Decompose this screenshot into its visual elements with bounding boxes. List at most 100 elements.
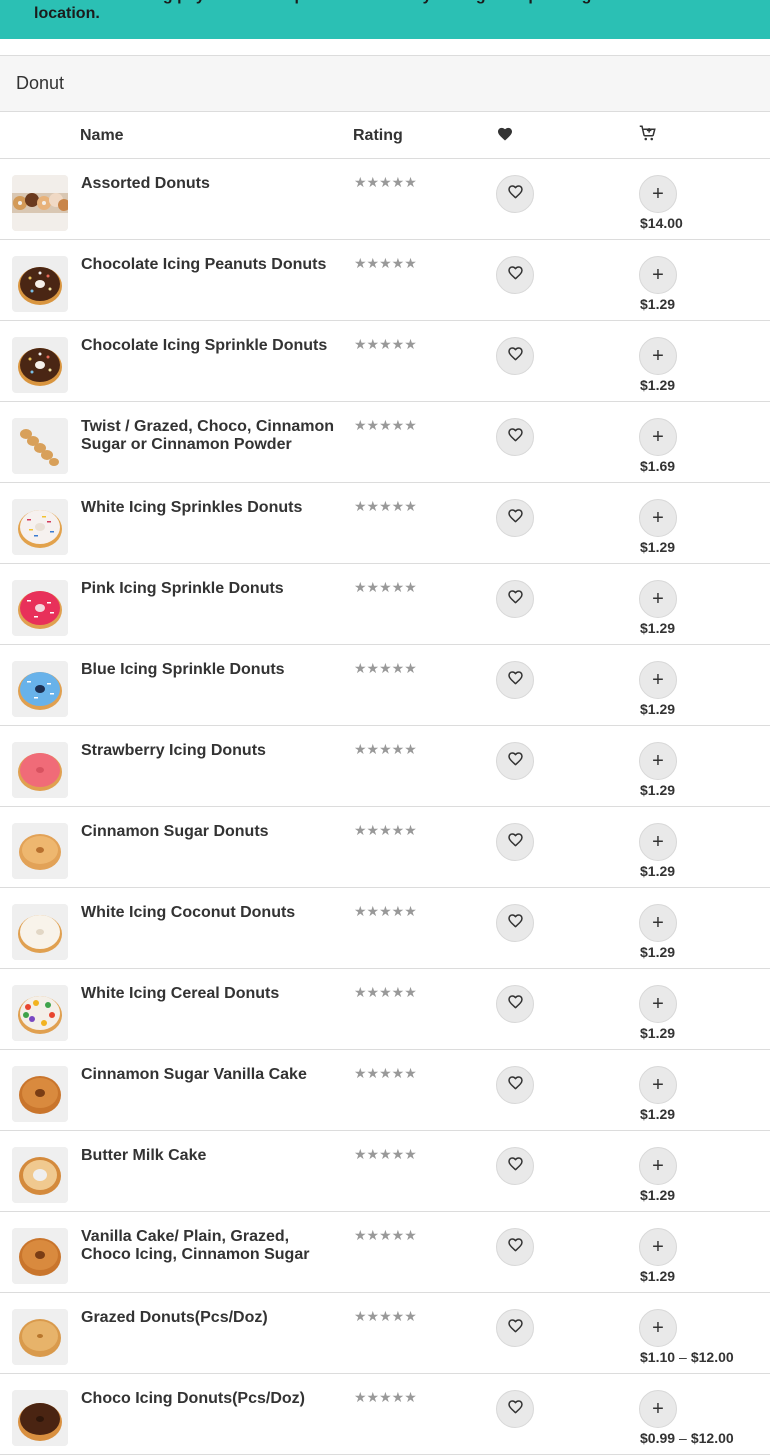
add-to-cart-button[interactable]: + xyxy=(639,418,677,456)
add-to-cart-button[interactable]: + xyxy=(639,499,677,537)
product-name[interactable]: Twist / Grazed, Choco, Cinnamon Sugar or… xyxy=(81,418,339,454)
heart-outline-icon xyxy=(507,1318,524,1338)
product-name[interactable]: Cinnamon Sugar Donuts xyxy=(81,823,339,841)
add-to-cart-button[interactable]: + xyxy=(639,256,677,294)
product-price: $1.29 xyxy=(640,1106,675,1122)
product-name[interactable]: Pink Icing Sprinkle Donuts xyxy=(81,580,339,598)
product-price: $1.10– $12.00 xyxy=(640,1349,734,1365)
table-row[interactable]: Chocolate Icing Peanuts Donuts ★★★★★ + $1.2… xyxy=(0,240,770,321)
table-row[interactable]: White Icing Coconut Donuts ★★★★★ + $1.29 xyxy=(0,888,770,969)
favorite-button[interactable] xyxy=(496,1228,534,1266)
table-row[interactable]: Pink Icing Sprinkle Donuts ★★★★★ + $1.29 xyxy=(0,564,770,645)
favorite-button[interactable] xyxy=(496,1390,534,1428)
favorite-button[interactable] xyxy=(496,1147,534,1185)
product-name[interactable]: Butter Milk Cake xyxy=(81,1147,339,1165)
product-name[interactable]: Grazed Donuts(Pcs/Doz) xyxy=(81,1309,339,1327)
add-to-cart-button[interactable]: + xyxy=(639,1147,677,1185)
add-to-cart-button[interactable]: + xyxy=(639,823,677,861)
product-thumbnail[interactable] xyxy=(12,499,68,555)
table-row[interactable]: White Icing Sprinkles Donuts ★★★★★ + $1.29 xyxy=(0,483,770,564)
favorite-button[interactable] xyxy=(496,418,534,456)
price-max: $12.00 xyxy=(690,1349,734,1365)
favorite-button[interactable] xyxy=(496,742,534,780)
table-row[interactable]: Assorted Donuts ★★★★★ + $14.00 xyxy=(0,159,770,240)
rating-stars: ★★★★★ xyxy=(354,660,417,676)
plus-icon: + xyxy=(652,911,664,934)
table-row[interactable]: Twist / Grazed, Choco, Cinnamon Sugar or… xyxy=(0,402,770,483)
favorite-button[interactable] xyxy=(496,499,534,537)
plus-icon: + xyxy=(652,587,664,610)
table-row[interactable]: White Icing Cereal Donuts ★★★★★ + $1.29 xyxy=(0,969,770,1050)
add-to-cart-button[interactable]: + xyxy=(639,904,677,942)
heart-outline-icon xyxy=(507,265,524,285)
product-thumbnail[interactable] xyxy=(12,418,68,474)
product-thumbnail[interactable] xyxy=(12,337,68,393)
product-name[interactable]: White Icing Coconut Donuts xyxy=(81,904,339,922)
product-thumbnail[interactable] xyxy=(12,1147,68,1203)
plus-icon: + xyxy=(652,1073,664,1096)
product-thumbnail[interactable] xyxy=(12,580,68,636)
product-name[interactable]: White Icing Sprinkles Donuts xyxy=(81,499,339,517)
add-to-cart-button[interactable]: + xyxy=(639,742,677,780)
product-thumbnail[interactable] xyxy=(12,985,68,1041)
column-header-rating[interactable]: Rating xyxy=(353,127,403,145)
product-price: $1.29 xyxy=(640,701,675,717)
table-row[interactable]: Cinnamon Sugar Vanilla Cake ★★★★★ + $1.29 xyxy=(0,1050,770,1131)
product-name[interactable]: Assorted Donuts xyxy=(81,175,339,193)
table-row[interactable]: Chocolate Icing Sprinkle Donuts ★★★★★ + $1.… xyxy=(0,321,770,402)
product-name[interactable]: Chocolate Icing Peanuts Donuts xyxy=(81,256,339,274)
table-row[interactable]: Blue Icing Sprinkle Donuts ★★★★★ + $1.29 xyxy=(0,645,770,726)
add-to-cart-button[interactable]: + xyxy=(639,661,677,699)
table-row[interactable]: Vanilla Cake/ Plain, Grazed, Choco Icing… xyxy=(0,1212,770,1293)
favorite-button[interactable] xyxy=(496,1066,534,1104)
product-name[interactable]: White Icing Cereal Donuts xyxy=(81,985,339,1003)
product-thumbnail[interactable] xyxy=(12,256,68,312)
favorite-button[interactable] xyxy=(496,1309,534,1347)
rating-stars: ★★★★★ xyxy=(354,417,417,433)
add-to-cart-button[interactable]: + xyxy=(639,175,677,213)
product-thumbnail[interactable] xyxy=(12,1309,68,1365)
add-to-cart-button[interactable]: + xyxy=(639,580,677,618)
product-name[interactable]: Blue Icing Sprinkle Donuts xyxy=(81,661,339,679)
add-to-cart-button[interactable]: + xyxy=(639,1390,677,1428)
price-min: $1.29 xyxy=(640,782,676,798)
product-name[interactable]: Strawberry Icing Donuts xyxy=(81,742,339,760)
heart-outline-icon xyxy=(507,670,524,690)
plus-icon: + xyxy=(652,668,664,691)
favorite-button[interactable] xyxy=(496,823,534,861)
favorite-button[interactable] xyxy=(496,904,534,942)
add-to-cart-button[interactable]: + xyxy=(639,985,677,1023)
favorite-button[interactable] xyxy=(496,580,534,618)
product-thumbnail[interactable] xyxy=(12,175,68,231)
column-header-name[interactable]: Name xyxy=(80,127,124,145)
add-to-cart-button[interactable]: + xyxy=(639,1309,677,1347)
table-row[interactable]: Cinnamon Sugar Donuts ★★★★★ + $1.29 xyxy=(0,807,770,888)
product-thumbnail[interactable] xyxy=(12,661,68,717)
table-row[interactable]: Strawberry Icing Donuts ★★★★★ + $1.29 xyxy=(0,726,770,807)
favorite-button[interactable] xyxy=(496,256,534,294)
add-to-cart-button[interactable]: + xyxy=(639,1066,677,1104)
product-thumbnail[interactable] xyxy=(12,904,68,960)
favorite-button[interactable] xyxy=(496,175,534,213)
product-name[interactable]: Choco Icing Donuts(Pcs/Doz) xyxy=(81,1390,339,1408)
product-thumbnail[interactable] xyxy=(12,823,68,879)
add-to-cart-button[interactable]: + xyxy=(639,337,677,375)
product-price: $1.69 xyxy=(640,458,675,474)
product-name[interactable]: Cinnamon Sugar Vanilla Cake xyxy=(81,1066,339,1084)
product-thumbnail[interactable] xyxy=(12,1228,68,1284)
plus-icon: + xyxy=(652,1235,664,1258)
table-row[interactable]: Butter Milk Cake ★★★★★ + $1.29 xyxy=(0,1131,770,1212)
add-to-cart-button[interactable]: + xyxy=(639,1228,677,1266)
table-row[interactable]: Choco Icing Donuts(Pcs/Doz) ★★★★★ + $0.99– $… xyxy=(0,1374,770,1455)
favorite-button[interactable] xyxy=(496,337,534,375)
product-thumbnail[interactable] xyxy=(12,1066,68,1122)
product-price: $0.99– $12.00 xyxy=(640,1430,734,1446)
product-name[interactable]: Chocolate Icing Sprinkle Donuts xyxy=(81,337,339,355)
product-name[interactable]: Vanilla Cake/ Plain, Grazed, Choco Icing… xyxy=(81,1228,339,1264)
favorite-button[interactable] xyxy=(496,661,534,699)
favorite-button[interactable] xyxy=(496,985,534,1023)
table-row[interactable]: Grazed Donuts(Pcs/Doz) ★★★★★ + $1.10– $12.00 xyxy=(0,1293,770,1374)
heart-outline-icon xyxy=(507,589,524,609)
product-thumbnail[interactable] xyxy=(12,742,68,798)
rating-stars: ★★★★★ xyxy=(354,498,417,514)
